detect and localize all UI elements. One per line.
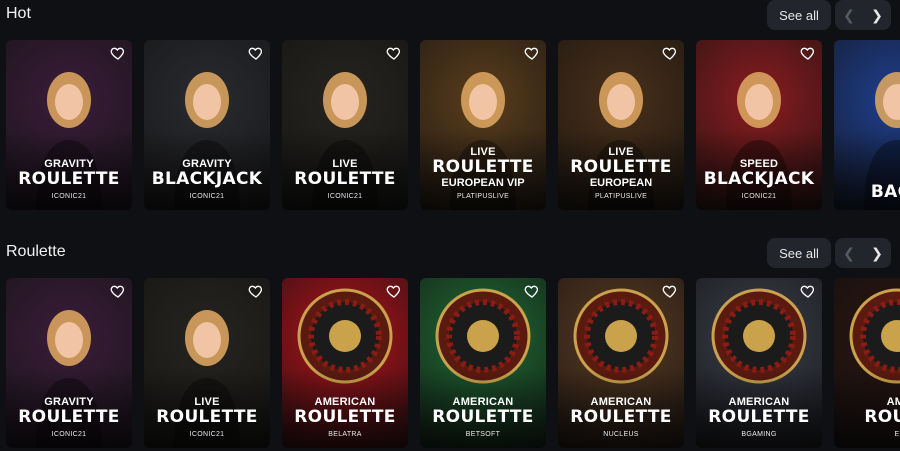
card-title-line2: BACC (870, 182, 900, 202)
card-title-line2: ROULETTE (18, 407, 120, 427)
game-card[interactable]: GRAVITY ROULETTE ICONIC21 (6, 40, 132, 210)
card-title-line2: ROULETTE (18, 169, 120, 189)
heart-icon[interactable] (386, 283, 402, 299)
heart-icon[interactable] (386, 45, 402, 61)
see-all-button[interactable]: See all (767, 0, 831, 30)
card-title-block: AMERICAN ROULETTE BGAMING (696, 396, 822, 440)
game-card[interactable]: SPEED BLACKJACK ICONIC21 (696, 40, 822, 210)
game-card[interactable]: LIVE ROULETTE EUROPEAN PLATIPUSLIVE (558, 40, 684, 210)
game-card[interactable]: LIVE ROULETTE ICONIC21 (144, 278, 270, 448)
card-provider: BETSOFT (465, 431, 501, 438)
roulette-section: Roulette See all ❮ ❯ GRAVITY ROULETTE ICON… (0, 238, 900, 448)
card-title-block: LIVE ROULETTE EUROPEAN PLATIPUSLIVE (558, 146, 684, 202)
card-title-line2: ROULETTE (570, 407, 672, 427)
card-title-block: AMERICAN ROULETTE BELATRA (282, 396, 408, 440)
card-title-block: LIVE ROULETTE ICONIC21 (144, 396, 270, 440)
game-card[interactable]: AMERICAN ROULETTE BELATRA (282, 278, 408, 448)
heart-icon[interactable] (110, 283, 126, 299)
card-title-block: AMIROULEE (834, 396, 900, 440)
see-all-button[interactable]: See all (767, 238, 831, 268)
card-title-line2: ROULETTE (708, 407, 810, 427)
heart-icon[interactable] (110, 45, 126, 61)
card-title-block: AMERICAN ROULETTE BETSOFT (420, 396, 546, 440)
card-title-block: GRAVITY ROULETTE ICONIC21 (6, 158, 132, 202)
game-card[interactable]: AMERICAN ROULETTE BETSOFT (420, 278, 546, 448)
card-title-block: AMERICAN ROULETTE NUCLEUS (558, 396, 684, 440)
game-card[interactable]: AMERICAN ROULETTE NUCLEUS (558, 278, 684, 448)
chevron-right-icon[interactable]: ❯ (863, 238, 891, 268)
card-provider: ICONIC21 (51, 431, 87, 438)
heart-icon[interactable] (248, 283, 264, 299)
heart-icon[interactable] (662, 45, 678, 61)
card-title-line2: ROULETTE (570, 157, 672, 177)
card-provider: ICONIC21 (189, 431, 225, 438)
section-title: Roulette (6, 243, 66, 260)
card-provider: BGAMING (741, 431, 777, 438)
card-provider: NUCLEUS (603, 431, 639, 438)
card-title-line2: BLACKJACK (703, 169, 815, 189)
game-card[interactable]: GRAVITY ROULETTE ICONIC21 (6, 278, 132, 448)
card-provider: PLATIPUSLIVE (456, 193, 510, 200)
heart-icon[interactable] (248, 45, 264, 61)
section-title: Hot (6, 5, 31, 22)
hot-section: Hot See all ❮ ❯ GRAVITY ROULETTE ICONIC21 G… (0, 0, 900, 210)
chevron-left-icon[interactable]: ❮ (835, 0, 863, 30)
heart-icon[interactable] (800, 283, 816, 299)
card-title-line2: ROULETTE (294, 407, 396, 427)
card-title-line3: EUROPEAN (589, 177, 653, 189)
card-title-line2: ROULETTE (156, 407, 258, 427)
card-title-block: LIVE ROULETTE EUROPEAN VIP PLATIPUSLIVE (420, 146, 546, 202)
heart-icon[interactable] (524, 283, 540, 299)
card-title-line3: EUROPEAN VIP (441, 177, 525, 189)
game-card[interactable]: GRAVITY BLACKJACK ICONIC21 (144, 40, 270, 210)
card-title-line2: BLACKJACK (151, 169, 263, 189)
chevron-right-icon[interactable]: ❯ (863, 0, 891, 30)
card-title-block: LIVE ROULETTE ICONIC21 (282, 158, 408, 202)
game-card[interactable]: BACC (834, 40, 900, 210)
card-provider: PLATIPUSLIVE (594, 193, 648, 200)
card-title-line2: ROULE (864, 407, 900, 427)
carousel-arrows: ❮ ❯ (835, 238, 891, 268)
heart-icon[interactable] (800, 45, 816, 61)
game-card[interactable]: LIVE ROULETTE ICONIC21 (282, 40, 408, 210)
game-row: GRAVITY ROULETTE ICONIC21 LIVE ROULETTE ICONI… (6, 278, 900, 450)
heart-icon[interactable] (524, 45, 540, 61)
game-card[interactable]: AMERICAN ROULETTE BGAMING (696, 278, 822, 448)
chevron-left-icon[interactable]: ❮ (835, 238, 863, 268)
card-title-block: BACC (834, 183, 900, 202)
game-card[interactable]: LIVE ROULETTE EUROPEAN VIP PLATIPUSLIVE (420, 40, 546, 210)
card-title-line2: ROULETTE (432, 157, 534, 177)
card-provider: E (894, 431, 900, 438)
card-title-block: GRAVITY BLACKJACK ICONIC21 (144, 158, 270, 202)
card-title-block: GRAVITY ROULETTE ICONIC21 (6, 396, 132, 440)
card-provider: ICONIC21 (327, 193, 363, 200)
card-title-line2: ROULETTE (294, 169, 396, 189)
card-provider: ICONIC21 (51, 193, 87, 200)
roulette-header: Roulette See all ❮ ❯ (0, 238, 900, 274)
hot-header: Hot See all ❮ ❯ (0, 0, 900, 36)
card-title-block: SPEED BLACKJACK ICONIC21 (696, 158, 822, 202)
card-provider: BELATRA (328, 431, 362, 438)
game-card[interactable]: AMIROULEE (834, 278, 900, 448)
heart-icon[interactable] (662, 283, 678, 299)
card-title-line2: ROULETTE (432, 407, 534, 427)
carousel-arrows: ❮ ❯ (835, 0, 891, 30)
game-row: GRAVITY ROULETTE ICONIC21 GRAVITY BLACKJACK I… (6, 40, 900, 212)
card-provider: ICONIC21 (741, 193, 777, 200)
card-provider: ICONIC21 (189, 193, 225, 200)
